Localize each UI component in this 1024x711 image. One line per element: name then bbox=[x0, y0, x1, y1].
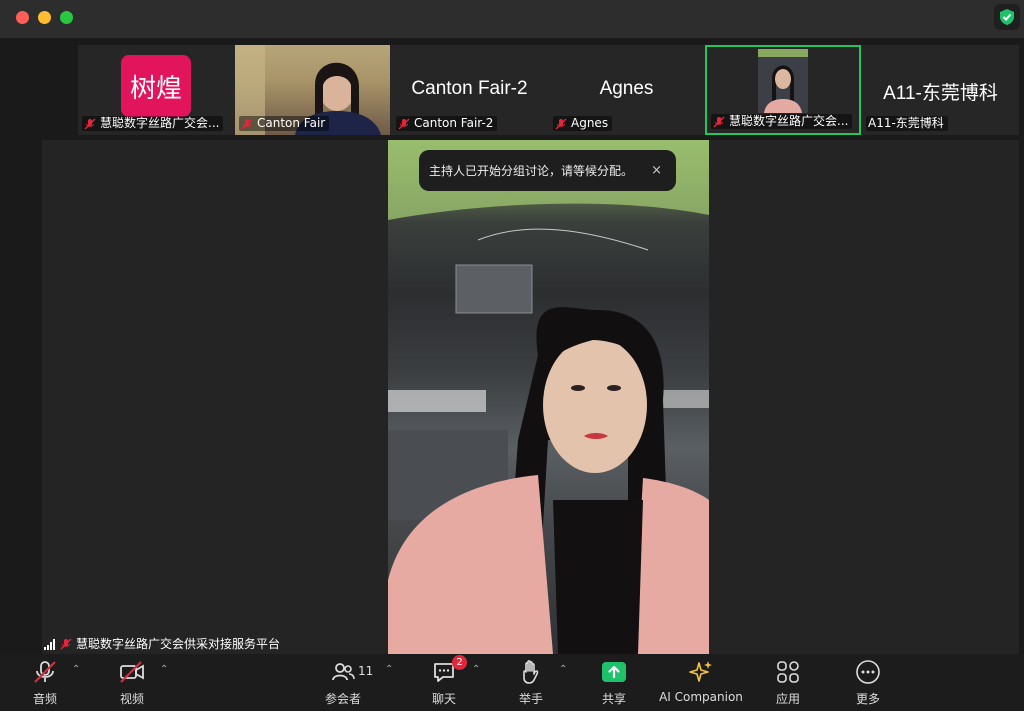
participant-tile[interactable]: Canton Fair bbox=[235, 45, 390, 135]
participant-name: Agnes bbox=[571, 116, 609, 130]
mic-muted-icon bbox=[84, 118, 96, 130]
participant-tile[interactable]: Agnes Agnes bbox=[549, 45, 704, 135]
chat-icon: 2 bbox=[431, 655, 467, 686]
close-icon[interactable]: × bbox=[651, 163, 662, 178]
video-off-icon bbox=[118, 658, 146, 686]
participant-name: 慧聪数字丝路广交会... bbox=[100, 116, 220, 130]
share-label: 共享 bbox=[601, 692, 626, 706]
hand-icon bbox=[519, 658, 543, 686]
participants-count: 11 bbox=[358, 664, 374, 678]
close-window-button[interactable] bbox=[16, 11, 29, 24]
active-speaker-video bbox=[388, 140, 709, 654]
minimize-window-button[interactable] bbox=[38, 11, 51, 24]
chat-unread-badge: 2 bbox=[452, 655, 467, 670]
participant-name: Canton Fair-2 bbox=[414, 116, 494, 130]
chat-label: 聊天 bbox=[431, 692, 456, 706]
more-icon bbox=[855, 658, 881, 686]
participant-name-label: Canton Fair-2 bbox=[396, 116, 498, 131]
shield-check-icon[interactable] bbox=[994, 4, 1020, 30]
participant-tile[interactable]: Canton Fair-2 Canton Fair-2 bbox=[392, 45, 547, 135]
meeting-toolbar: 音频 ⌃ 视频 ⌃ 参会者 11 ⌃ 2 聊天 ⌃ 举手 ⌃ 共享 AI Com… bbox=[0, 654, 1024, 711]
participant-tile[interactable]: A11-东莞博科 A11-东莞博科 bbox=[862, 45, 1019, 135]
audio-options-chevron-icon[interactable]: ⌃ bbox=[72, 664, 80, 675]
participant-name-label: 慧聪数字丝路广交会... bbox=[711, 114, 853, 129]
participants-button[interactable]: 参会者 bbox=[322, 654, 364, 711]
participant-name-label: Agnes bbox=[553, 116, 613, 131]
participant-tile[interactable]: 树煌 慧聪数字丝路广交会... bbox=[78, 45, 233, 135]
reactions-chevron-icon[interactable]: ⌃ bbox=[559, 664, 567, 675]
more-button[interactable]: 更多 bbox=[852, 654, 884, 711]
video-label: 视频 bbox=[119, 692, 144, 706]
signal-strength-icon bbox=[44, 638, 55, 650]
mic-muted-icon bbox=[241, 118, 253, 130]
speaker-name: 慧聪数字丝路广交会供采对接服务平台 bbox=[76, 637, 281, 651]
zoom-window-button[interactable] bbox=[60, 11, 73, 24]
share-button[interactable]: 共享 bbox=[598, 654, 630, 711]
active-speaker-label: 慧聪数字丝路广交会供采对接服务平台 bbox=[44, 636, 280, 652]
notification-text: 主持人已开始分组讨论，请等候分配。 bbox=[429, 164, 634, 178]
ai-companion-button[interactable]: AI Companion bbox=[659, 654, 743, 711]
participant-name: Canton Fair bbox=[257, 116, 326, 130]
raise-hand-label: 举手 bbox=[518, 692, 543, 706]
mic-muted-icon bbox=[398, 118, 410, 130]
apps-button[interactable]: 应用 bbox=[772, 654, 804, 711]
video-options-chevron-icon[interactable]: ⌃ bbox=[160, 664, 168, 675]
mic-muted-icon bbox=[60, 638, 72, 650]
participant-display-name: A11-东莞博科 bbox=[883, 83, 998, 104]
participant-name: 慧聪数字丝路广交会... bbox=[729, 114, 849, 128]
participant-video bbox=[758, 49, 808, 113]
participant-name-label: 慧聪数字丝路广交会... bbox=[82, 116, 224, 131]
more-label: 更多 bbox=[855, 692, 880, 706]
share-screen-icon bbox=[601, 658, 627, 686]
audio-button[interactable]: 音频 bbox=[28, 654, 62, 711]
participant-display-name: Canton Fair-2 bbox=[411, 78, 528, 99]
title-bar bbox=[0, 0, 1024, 38]
audio-label: 音频 bbox=[32, 692, 57, 706]
chat-options-chevron-icon[interactable]: ⌃ bbox=[472, 664, 480, 675]
raise-hand-button[interactable]: 举手 bbox=[515, 654, 547, 711]
video-button[interactable]: 视频 bbox=[115, 654, 149, 711]
participant-tile-active[interactable]: 慧聪数字丝路广交会... bbox=[705, 45, 861, 135]
ai-companion-label: AI Companion bbox=[659, 690, 743, 704]
chat-button[interactable]: 2 聊天 bbox=[428, 654, 467, 711]
sparkle-icon bbox=[688, 658, 714, 686]
apps-icon bbox=[775, 658, 801, 686]
breakout-notification: 主持人已开始分组讨论，请等候分配。 × bbox=[419, 150, 676, 191]
participant-logo: 树煌 bbox=[121, 55, 191, 117]
mic-off-icon bbox=[32, 658, 58, 686]
participant-name-label: Canton Fair bbox=[239, 116, 330, 131]
participants-icon bbox=[330, 658, 356, 686]
participants-label: 参会者 bbox=[324, 692, 361, 706]
participant-name-label: A11-东莞博科 bbox=[866, 116, 948, 131]
mic-muted-icon bbox=[555, 118, 567, 130]
participant-name: A11-东莞博科 bbox=[868, 116, 944, 130]
participant-display-name: Agnes bbox=[599, 78, 654, 99]
participants-options-chevron-icon[interactable]: ⌃ bbox=[385, 664, 393, 675]
apps-label: 应用 bbox=[775, 692, 800, 706]
mic-muted-icon bbox=[713, 116, 725, 128]
